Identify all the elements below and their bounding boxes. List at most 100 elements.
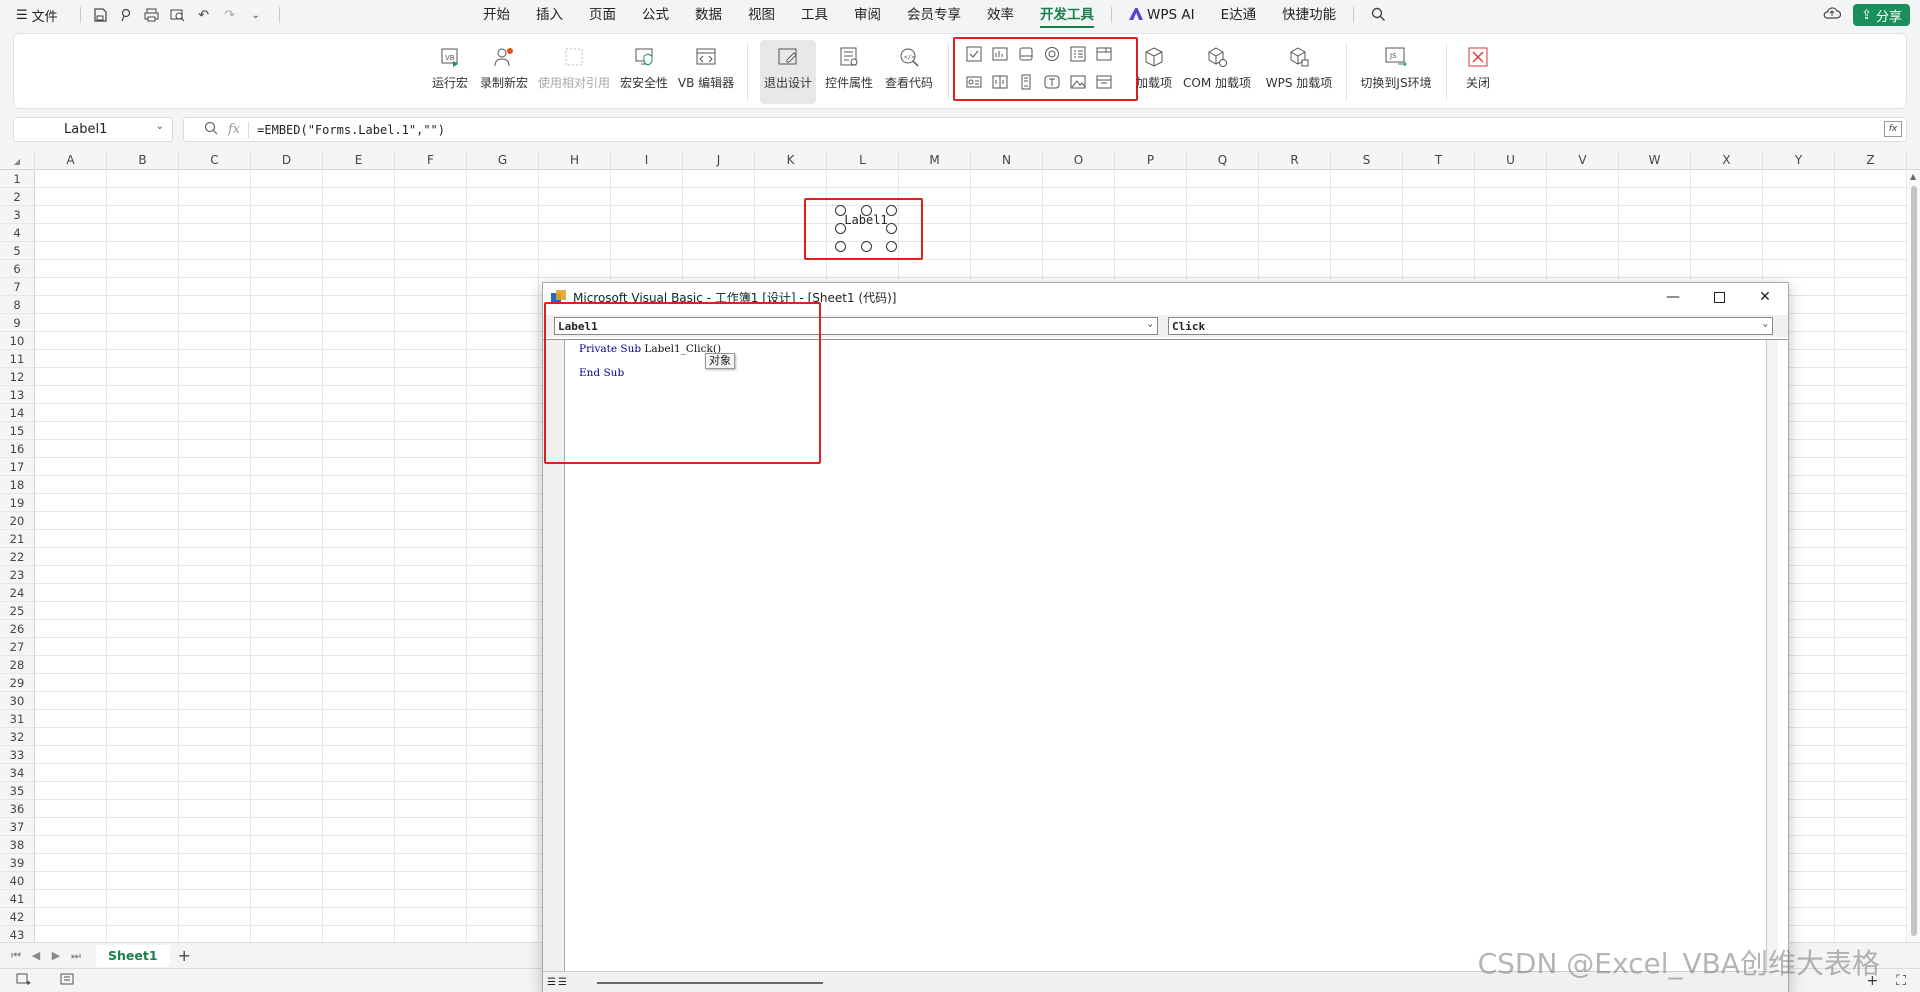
image-control-icon[interactable]	[1068, 72, 1088, 92]
column-header[interactable]: L	[827, 150, 899, 170]
row-header[interactable]: 26	[0, 620, 34, 638]
resize-handle[interactable]	[861, 241, 872, 252]
add-sheet-icon[interactable]: +	[178, 946, 191, 965]
row-header[interactable]: 38	[0, 836, 34, 854]
run-macro-button[interactable]: VB 运行宏	[428, 40, 472, 104]
chevron-down-icon[interactable]: ⌄	[156, 121, 164, 132]
column-header[interactable]: K	[755, 150, 827, 170]
column-header[interactable]: Y	[1763, 150, 1835, 170]
command-button-control-icon[interactable]	[1016, 44, 1036, 64]
row-header[interactable]: 18	[0, 476, 34, 494]
control-properties-button[interactable]: 控件属性	[822, 40, 876, 104]
scroll-up-icon[interactable]: ▲	[1910, 172, 1916, 181]
column-header[interactable]: Q	[1187, 150, 1259, 170]
print-icon[interactable]	[141, 4, 163, 26]
option-button-control-icon[interactable]	[1042, 44, 1062, 64]
tab-page[interactable]: 页面	[576, 0, 629, 30]
resize-handle[interactable]	[886, 223, 897, 234]
column-header[interactable]: D	[251, 150, 323, 170]
code-line[interactable]: Private Sub Label1_Click()	[579, 343, 721, 355]
column-header[interactable]: A	[35, 150, 107, 170]
row-header[interactable]: 5	[0, 242, 34, 260]
exit-design-button[interactable]: 退出设计	[760, 40, 816, 104]
vb-editor-button[interactable]: VB 编辑器	[676, 40, 736, 104]
label-control-icon[interactable]	[1042, 72, 1062, 92]
tab-developer[interactable]: 开发工具	[1027, 0, 1107, 30]
fullscreen-icon[interactable]: ⛶	[1896, 973, 1906, 989]
first-sheet-icon[interactable]: ⏮	[6, 949, 26, 963]
row-header[interactable]: 15	[0, 422, 34, 440]
resize-handle[interactable]	[835, 205, 846, 216]
column-header[interactable]: R	[1259, 150, 1331, 170]
tab-data[interactable]: 数据	[682, 0, 735, 30]
textbox-control-icon[interactable]	[990, 44, 1010, 64]
name-box[interactable]: Label1 ⌄	[13, 117, 173, 142]
resize-handle[interactable]	[886, 241, 897, 252]
row-header[interactable]: 21	[0, 530, 34, 548]
row-header[interactable]: 41	[0, 890, 34, 908]
spin-button-control-icon[interactable]	[990, 72, 1010, 92]
column-header[interactable]: S	[1331, 150, 1403, 170]
scrollbar-thumb[interactable]	[1911, 186, 1917, 936]
minimize-icon[interactable]: —	[1650, 283, 1696, 311]
row-header[interactable]: 20	[0, 512, 34, 530]
chevron-down-icon[interactable]: ⌄	[1763, 319, 1768, 329]
combobox-control-icon[interactable]	[1094, 44, 1114, 64]
column-header[interactable]: J	[683, 150, 755, 170]
column-header[interactable]: U	[1475, 150, 1547, 170]
column-header[interactable]: V	[1547, 150, 1619, 170]
view-code-button[interactable]: </> 查看代码	[882, 40, 936, 104]
column-header[interactable]: W	[1619, 150, 1691, 170]
row-header[interactable]: 30	[0, 692, 34, 710]
tab-quick-functions[interactable]: 快捷功能	[1269, 0, 1349, 30]
tab-review[interactable]: 审阅	[841, 0, 894, 30]
row-header[interactable]: 11	[0, 350, 34, 368]
row-header[interactable]: 27	[0, 638, 34, 656]
last-sheet-icon[interactable]: ⏭	[66, 949, 86, 963]
print-preview-icon[interactable]	[167, 4, 189, 26]
relative-reference-button[interactable]: 使用相对引用	[536, 40, 612, 104]
tab-edatong[interactable]: E达通	[1208, 0, 1270, 30]
row-header[interactable]: 19	[0, 494, 34, 512]
file-menu[interactable]: ☰ 文件	[16, 6, 58, 25]
row-header[interactable]: 22	[0, 548, 34, 566]
resize-handle[interactable]	[835, 241, 846, 252]
column-header[interactable]: C	[179, 150, 251, 170]
column-header[interactable]: M	[899, 150, 971, 170]
resize-handle[interactable]	[835, 223, 846, 234]
listbox-control-icon[interactable]	[1068, 44, 1088, 64]
row-header[interactable]: 31	[0, 710, 34, 728]
toggle-button-control-icon[interactable]	[964, 72, 984, 92]
resize-handle[interactable]	[861, 205, 872, 216]
prev-sheet-icon[interactable]: ◀	[26, 949, 46, 962]
undo-icon[interactable]: ↶	[193, 4, 215, 26]
checkbox-control-icon[interactable]	[964, 44, 984, 64]
wps-addins-button[interactable]: WPS 加载项	[1262, 40, 1336, 104]
procedure-view-icon[interactable]: ☰	[547, 977, 556, 988]
tab-wps-ai[interactable]: WPS AI	[1116, 0, 1208, 30]
sheet-tab-sheet1[interactable]: Sheet1	[96, 944, 170, 967]
row-header[interactable]: 25	[0, 602, 34, 620]
row-header[interactable]: 24	[0, 584, 34, 602]
row-header[interactable]: 32	[0, 728, 34, 746]
full-module-view-icon[interactable]: ☰	[558, 977, 567, 988]
macro-status-icon[interactable]	[16, 973, 32, 988]
tab-tools[interactable]: 工具	[788, 0, 841, 30]
row-header[interactable]: 3	[0, 206, 34, 224]
row-header[interactable]: 35	[0, 782, 34, 800]
function-icon[interactable]: fx	[228, 122, 240, 137]
addins-button[interactable]: 加载项	[1132, 40, 1176, 104]
row-header[interactable]: 4	[0, 224, 34, 242]
column-header[interactable]: B	[107, 150, 179, 170]
procedure-combo[interactable]: Click ⌄	[1168, 317, 1773, 335]
row-header[interactable]: 23	[0, 566, 34, 584]
row-header[interactable]: 13	[0, 386, 34, 404]
column-header[interactable]: P	[1115, 150, 1187, 170]
row-header[interactable]: 34	[0, 764, 34, 782]
column-header[interactable]: N	[971, 150, 1043, 170]
formula-bar[interactable]: fx =EMBED("Forms.Label.1","") fx	[183, 117, 1907, 142]
formula-content[interactable]: =EMBED("Forms.Label.1","")	[257, 123, 445, 137]
row-header[interactable]: 12	[0, 368, 34, 386]
column-header[interactable]: F	[395, 150, 467, 170]
row-header[interactable]: 8	[0, 296, 34, 314]
